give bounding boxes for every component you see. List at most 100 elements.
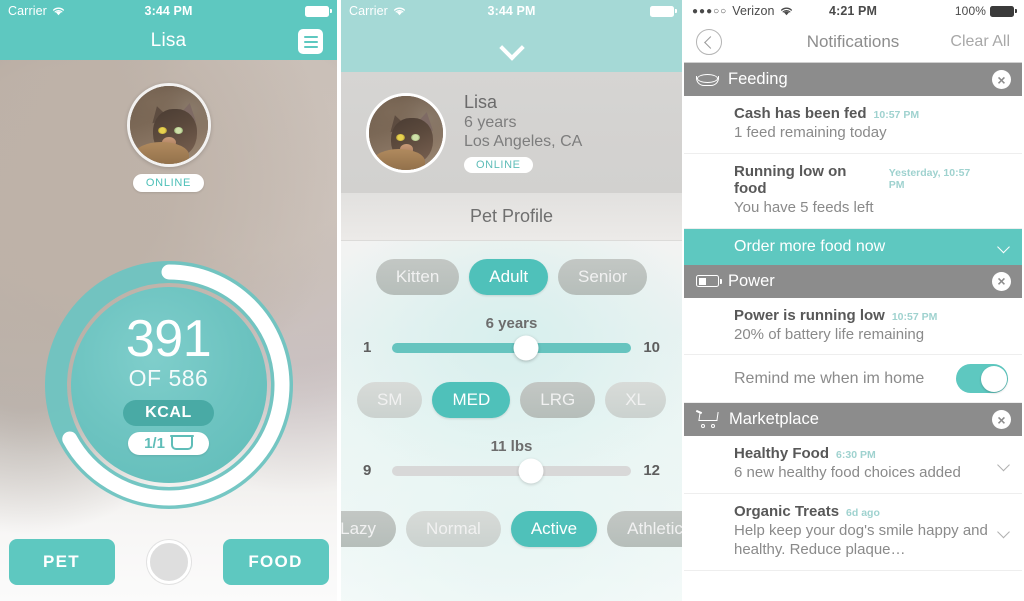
section-header-feeding: Feeding × bbox=[684, 63, 1022, 96]
activity-option-lazy[interactable]: Lazy bbox=[341, 511, 397, 547]
age-slider-row: 1 10 bbox=[363, 335, 660, 360]
cart-icon bbox=[695, 409, 720, 428]
notification-title: Healthy Food bbox=[734, 445, 830, 463]
panel-pet-profile: Carrier 3:44 PM Lisa 6 years Los Angeles… bbox=[341, 0, 682, 601]
pet-location: Los Angeles, CA bbox=[464, 133, 583, 150]
three-phone-screenshots: Carrier 3:44 PM Lisa ONLINE 391 OF 586 K… bbox=[0, 0, 1024, 601]
notification-item[interactable]: Healthy Food 6:30 PM 6 new healthy food … bbox=[684, 436, 1022, 494]
close-icon[interactable]: × bbox=[992, 410, 1011, 430]
chevron-right-icon bbox=[997, 525, 1010, 539]
avatar[interactable] bbox=[366, 92, 446, 173]
age-slider[interactable] bbox=[392, 335, 631, 360]
notification-item[interactable]: Running low on food Yesterday, 10:57 PM … bbox=[684, 153, 1022, 229]
chevron-right-icon bbox=[997, 240, 1010, 253]
bowl-icon bbox=[696, 73, 719, 86]
activity-group-selector: Lazy Normal Active Athletic bbox=[341, 511, 682, 547]
age-slider-max: 10 bbox=[643, 339, 660, 356]
notification-time: 6d ago bbox=[846, 507, 880, 519]
avatar-block: ONLINE bbox=[126, 83, 211, 192]
weight-slider-max: 12 bbox=[643, 462, 660, 479]
order-label: Order more food now bbox=[734, 237, 886, 255]
age-option-senior[interactable]: Senior bbox=[558, 259, 648, 295]
close-icon[interactable]: × bbox=[992, 271, 1011, 291]
age-slider-knob[interactable] bbox=[513, 335, 539, 360]
battery-icon bbox=[305, 5, 332, 17]
section-title: Pet Profile bbox=[341, 193, 682, 241]
notification-title: Power is running low bbox=[734, 306, 885, 324]
dashboard-body: ONLINE 391 OF 586 KCAL 1/1 PET FOOD bbox=[0, 60, 337, 601]
pet-photo bbox=[129, 86, 208, 164]
close-icon[interactable]: × bbox=[992, 70, 1011, 89]
notification-body: You have 5 feeds left bbox=[734, 198, 874, 216]
size-option-lrg[interactable]: LRG bbox=[520, 382, 596, 418]
notification-body: 6 new healthy food choices added bbox=[734, 464, 961, 482]
weight-slider-row: 9 12 bbox=[363, 458, 660, 483]
size-group-selector: SM MED LRG XL bbox=[341, 382, 682, 418]
notification-item[interactable]: Organic Treats 6d ago Help keep your dog… bbox=[684, 494, 1022, 571]
battery-icon bbox=[696, 275, 722, 287]
notification-item[interactable]: Cash has been fed 10:57 PM 1 feed remain… bbox=[684, 96, 1022, 154]
age-slider-block: 6 years 1 10 bbox=[341, 315, 682, 360]
age-option-kitten[interactable]: Kitten bbox=[375, 259, 460, 295]
pet-button[interactable]: PET bbox=[8, 539, 115, 585]
back-arrow-icon[interactable] bbox=[696, 29, 722, 55]
collapse-header bbox=[341, 22, 682, 72]
status-badge: ONLINE bbox=[464, 157, 533, 173]
panel-pet-dashboard: Carrier 3:44 PM Lisa ONLINE 391 OF 586 K… bbox=[0, 0, 337, 601]
notification-time: 6:30 PM bbox=[836, 449, 876, 462]
calorie-goal: OF 586 bbox=[128, 365, 209, 392]
age-option-adult[interactable]: Adult bbox=[469, 259, 549, 295]
hamburger-menu-icon[interactable] bbox=[298, 29, 323, 54]
status-bar: ●●●○○ Verizon 4:21 PM 100% bbox=[684, 0, 1022, 22]
servings-value: 1/1 bbox=[144, 435, 165, 453]
record-button[interactable] bbox=[146, 540, 191, 584]
status-bar: Carrier 3:44 PM bbox=[0, 0, 337, 22]
status-badge: ONLINE bbox=[132, 174, 205, 192]
weight-slider-knob[interactable] bbox=[518, 458, 544, 483]
avatar[interactable] bbox=[126, 83, 211, 167]
page-title: Notifications bbox=[806, 32, 900, 51]
size-option-med[interactable]: MED bbox=[432, 382, 511, 418]
profile-header: Lisa 6 years Los Angeles, CA ONLINE bbox=[341, 72, 682, 193]
status-time: 3:44 PM bbox=[144, 4, 193, 18]
chevron-down-icon[interactable] bbox=[500, 35, 524, 59]
profile-info: Lisa 6 years Los Angeles, CA ONLINE bbox=[464, 92, 582, 173]
pet-photo bbox=[369, 95, 443, 170]
activity-option-athletic[interactable]: Athletic bbox=[607, 511, 682, 547]
action-bar: PET FOOD bbox=[0, 539, 337, 585]
page-title: Lisa bbox=[150, 30, 187, 51]
notification-item[interactable]: Power is running low 10:57 PM 20% of bat… bbox=[684, 297, 1022, 356]
activity-option-active[interactable]: Active bbox=[510, 511, 598, 547]
age-slider-min: 1 bbox=[363, 339, 372, 356]
battery-percent: 100% bbox=[954, 4, 986, 18]
activity-option-normal[interactable]: Normal bbox=[406, 511, 501, 547]
chevron-right-icon bbox=[997, 458, 1010, 471]
unit-badge: KCAL bbox=[123, 400, 214, 427]
battery-icon bbox=[650, 5, 677, 17]
notification-time: Yesterday, 10:57 PM bbox=[888, 166, 971, 191]
notification-body: 20% of battery life remaining bbox=[734, 325, 925, 343]
age-group-selector: Kitten Adult Senior bbox=[341, 259, 682, 295]
section-label: Feeding bbox=[728, 70, 788, 88]
battery-icon bbox=[990, 5, 1017, 17]
remind-me-row[interactable]: Remind me when im home bbox=[684, 355, 1022, 404]
notification-title: Cash has been fed bbox=[734, 105, 867, 122]
ring-center: 391 OF 586 KCAL 1/1 bbox=[70, 287, 267, 483]
pet-age: 6 years bbox=[464, 114, 517, 131]
weight-slider[interactable] bbox=[392, 458, 631, 483]
food-button[interactable]: FOOD bbox=[222, 539, 329, 585]
section-label: Power bbox=[728, 271, 775, 290]
nav-bar: Notifications Clear All bbox=[684, 22, 1022, 63]
weight-slider-min: 9 bbox=[363, 462, 372, 479]
order-more-food-button[interactable]: Order more food now bbox=[684, 228, 1022, 265]
profile-form: Kitten Adult Senior 6 years 1 10 SM MED … bbox=[341, 241, 682, 601]
notification-time: 10:57 PM bbox=[873, 109, 920, 121]
size-option-sm[interactable]: SM bbox=[356, 382, 423, 418]
servings-badge: 1/1 bbox=[128, 432, 209, 456]
section-header-power: Power × bbox=[684, 264, 1022, 298]
remind-me-toggle[interactable] bbox=[956, 364, 1008, 394]
clear-all-button[interactable]: Clear All bbox=[950, 33, 1010, 51]
size-option-xl[interactable]: XL bbox=[605, 382, 667, 418]
calorie-progress-ring: 391 OF 586 KCAL 1/1 bbox=[39, 255, 299, 515]
notification-time: 10:57 PM bbox=[891, 310, 938, 323]
